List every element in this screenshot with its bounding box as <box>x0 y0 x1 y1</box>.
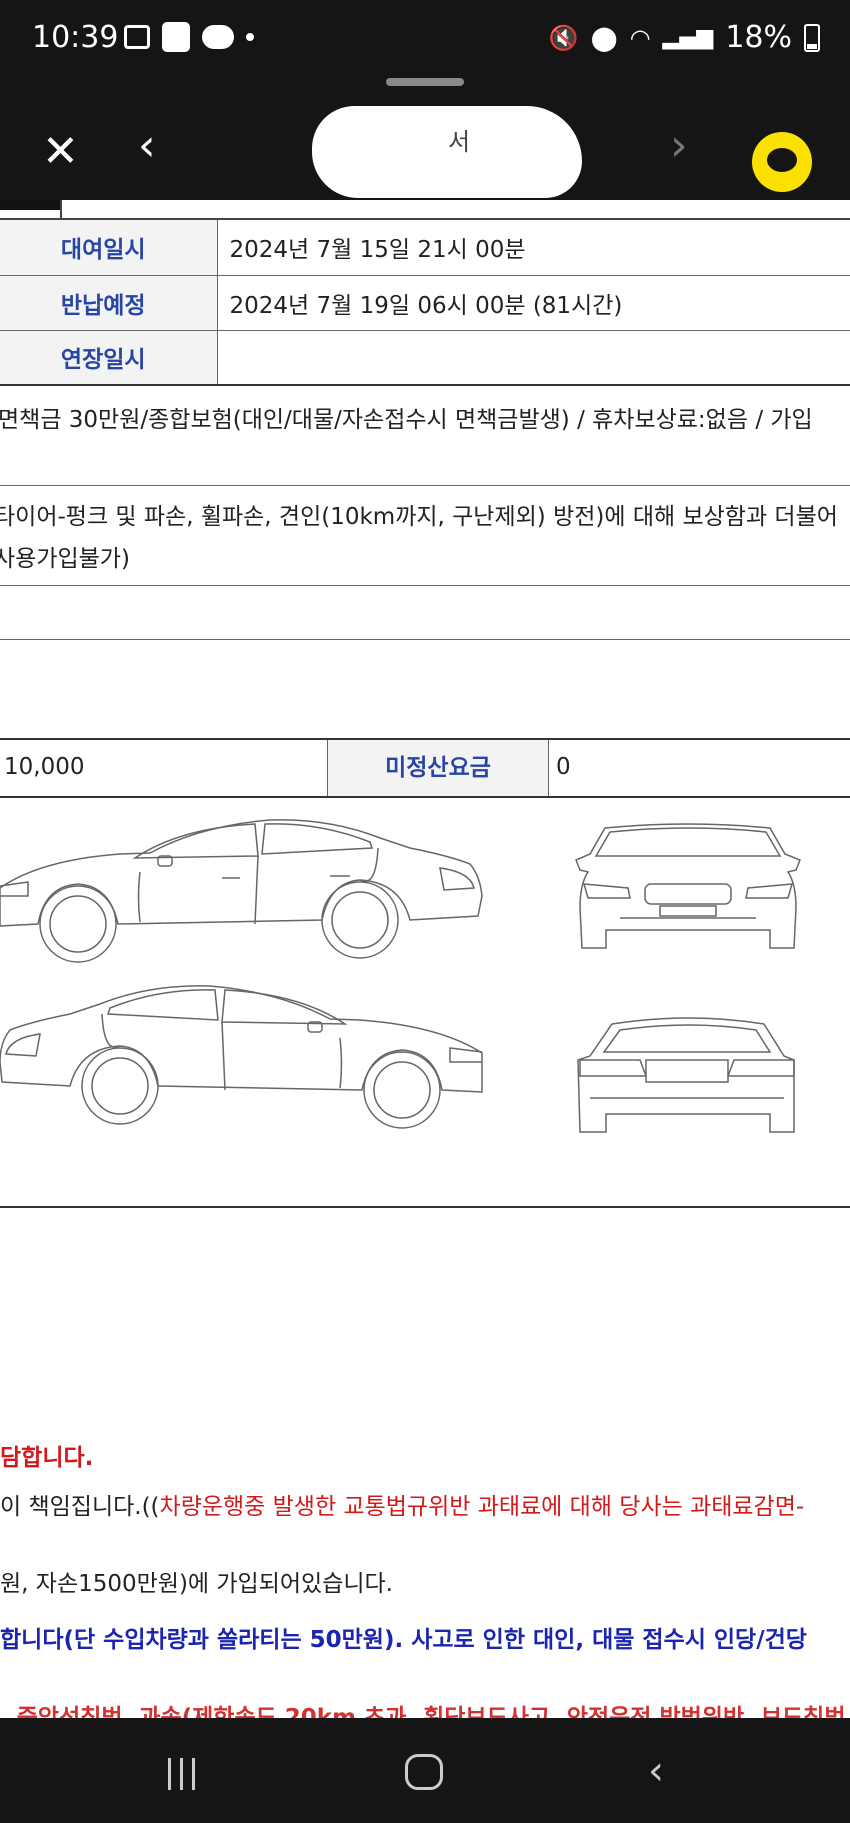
battery-percent: 18% <box>725 20 792 55</box>
rental-contract-document: 대여일시 2024년 7월 15일 21시 00분 반납예정 2024년 7월 … <box>0 200 850 1718</box>
viewer-header: ✕ ‹ 서 › <box>0 78 850 200</box>
rental-start-label: 대여일시 <box>0 220 218 276</box>
home-button[interactable] <box>405 1754 443 1790</box>
chevron-right-icon[interactable]: › <box>670 124 688 168</box>
coverage-terms-row: 타이어-펑크 및 파손, 휠파손, 견인(10km까지, 구난제외) 방전)에 … <box>0 486 850 586</box>
wifi-icon: ◠ <box>629 23 651 52</box>
fee-row: 10,000 미정산요금 0 <box>0 738 850 798</box>
car-front-view <box>575 823 801 949</box>
notice-line-2-warning: 차량운행중 발생한 교통법규위반 과태료에 대해 당사는 과태료감면- <box>159 1494 805 1520</box>
messenger-icon <box>202 25 234 49</box>
coverage-terms-text: 타이어-펑크 및 파손, 휠파손, 견인(10km까지, 구난제외) 방전)에 … <box>0 504 838 530</box>
table-row: 대여일시 2024년 7월 15일 21시 00분 <box>0 220 850 276</box>
unsettled-fee-label: 미정산요금 <box>327 740 549 796</box>
notice-line-3: 원, 자손1500만원)에 가입되어있습니다. <box>0 1571 393 1597</box>
extension-label: 연장일시 <box>0 330 218 386</box>
table-top-fragment-dark <box>0 200 62 210</box>
back-button[interactable]: ‹ <box>648 1748 664 1794</box>
rental-period-table: 대여일시 2024년 7월 15일 21시 00분 반납예정 2024년 7월 … <box>0 220 850 386</box>
car-rear-view <box>577 1017 795 1133</box>
empty-terms-row <box>0 586 850 640</box>
insurance-terms-text: 면책금 30만원/종합보험(대인/대물/자손접수시 면책금발생) / 휴차보상료… <box>0 407 813 433</box>
return-scheduled-value: 2024년 7월 19일 06시 00분 (81시간) <box>217 275 850 331</box>
chevron-left-icon[interactable]: ‹ <box>138 124 156 168</box>
table-row: 반납예정 2024년 7월 19일 06시 00분 (81시간) <box>0 275 850 331</box>
table-row: 연장일시 <box>0 330 850 386</box>
table-top-fragment <box>0 200 850 220</box>
status-bar: 10:39 🔇 ⬤ ◠ ▂▄▆ 18% <box>0 0 850 78</box>
pay-icon <box>162 22 190 52</box>
return-scheduled-label: 반납예정 <box>0 275 218 331</box>
notice-line-1: 담합니다. <box>0 1445 94 1471</box>
fee-amount: 10,000 <box>4 754 85 780</box>
close-icon[interactable]: ✕ <box>42 130 79 174</box>
signal-icon: ▂▄▆ <box>662 25 714 50</box>
car-side-right-view <box>0 819 483 963</box>
system-icons: 🔇 ⬤ ◠ ▂▄▆ 18% <box>549 20 820 55</box>
notice-line-2-text: 이 책임집니다.(( <box>0 1494 160 1520</box>
insurance-terms-row: 면책금 30만원/종합보험(대인/대물/자손접수시 면책금발생) / 휴차보상료… <box>0 388 850 486</box>
unsettled-fee-value: 0 <box>556 754 571 780</box>
gallery-icon <box>124 25 150 49</box>
redacted-title <box>312 106 582 198</box>
notice-line-2: 이 책임집니다.((차량운행중 발생한 교통법규위반 과태료에 대해 당사는 과… <box>0 1487 850 1521</box>
car-side-left-view <box>0 985 483 1129</box>
table-top-fragment-divider <box>60 200 62 220</box>
page-title-fragment: 서 <box>448 128 471 156</box>
battery-icon <box>804 23 820 52</box>
notice-line-4: 합니다(단 수입차량과 쏠라티는 50만원). 사고로 인한 대인, 대물 접수… <box>0 1627 807 1653</box>
car-outline-diagram <box>0 819 801 1133</box>
kakaotalk-share-button[interactable] <box>752 132 812 192</box>
notice-line-5: , 중앙선침범, 과속(제한속도 20km 초과, 횡단보도사고, 안전운전 방… <box>0 1705 846 1718</box>
vehicle-damage-diagram <box>0 798 850 1208</box>
rental-start-value: 2024년 7월 15일 21시 00분 <box>217 220 850 276</box>
extension-value <box>217 330 850 386</box>
kakaotalk-icon <box>767 148 797 172</box>
system-navigation-bar: ‹ <box>0 1718 850 1823</box>
more-notifications-icon <box>246 33 254 41</box>
mute-icon: 🔇 <box>548 23 579 52</box>
status-time: 10:39 <box>32 20 119 55</box>
recent-apps-button[interactable] <box>168 1758 195 1790</box>
location-icon: ⬤ <box>590 23 618 52</box>
drag-handle[interactable] <box>386 78 464 86</box>
notification-icons <box>124 22 254 52</box>
coverage-terms-text-2: 사용가입불가) <box>0 546 130 572</box>
